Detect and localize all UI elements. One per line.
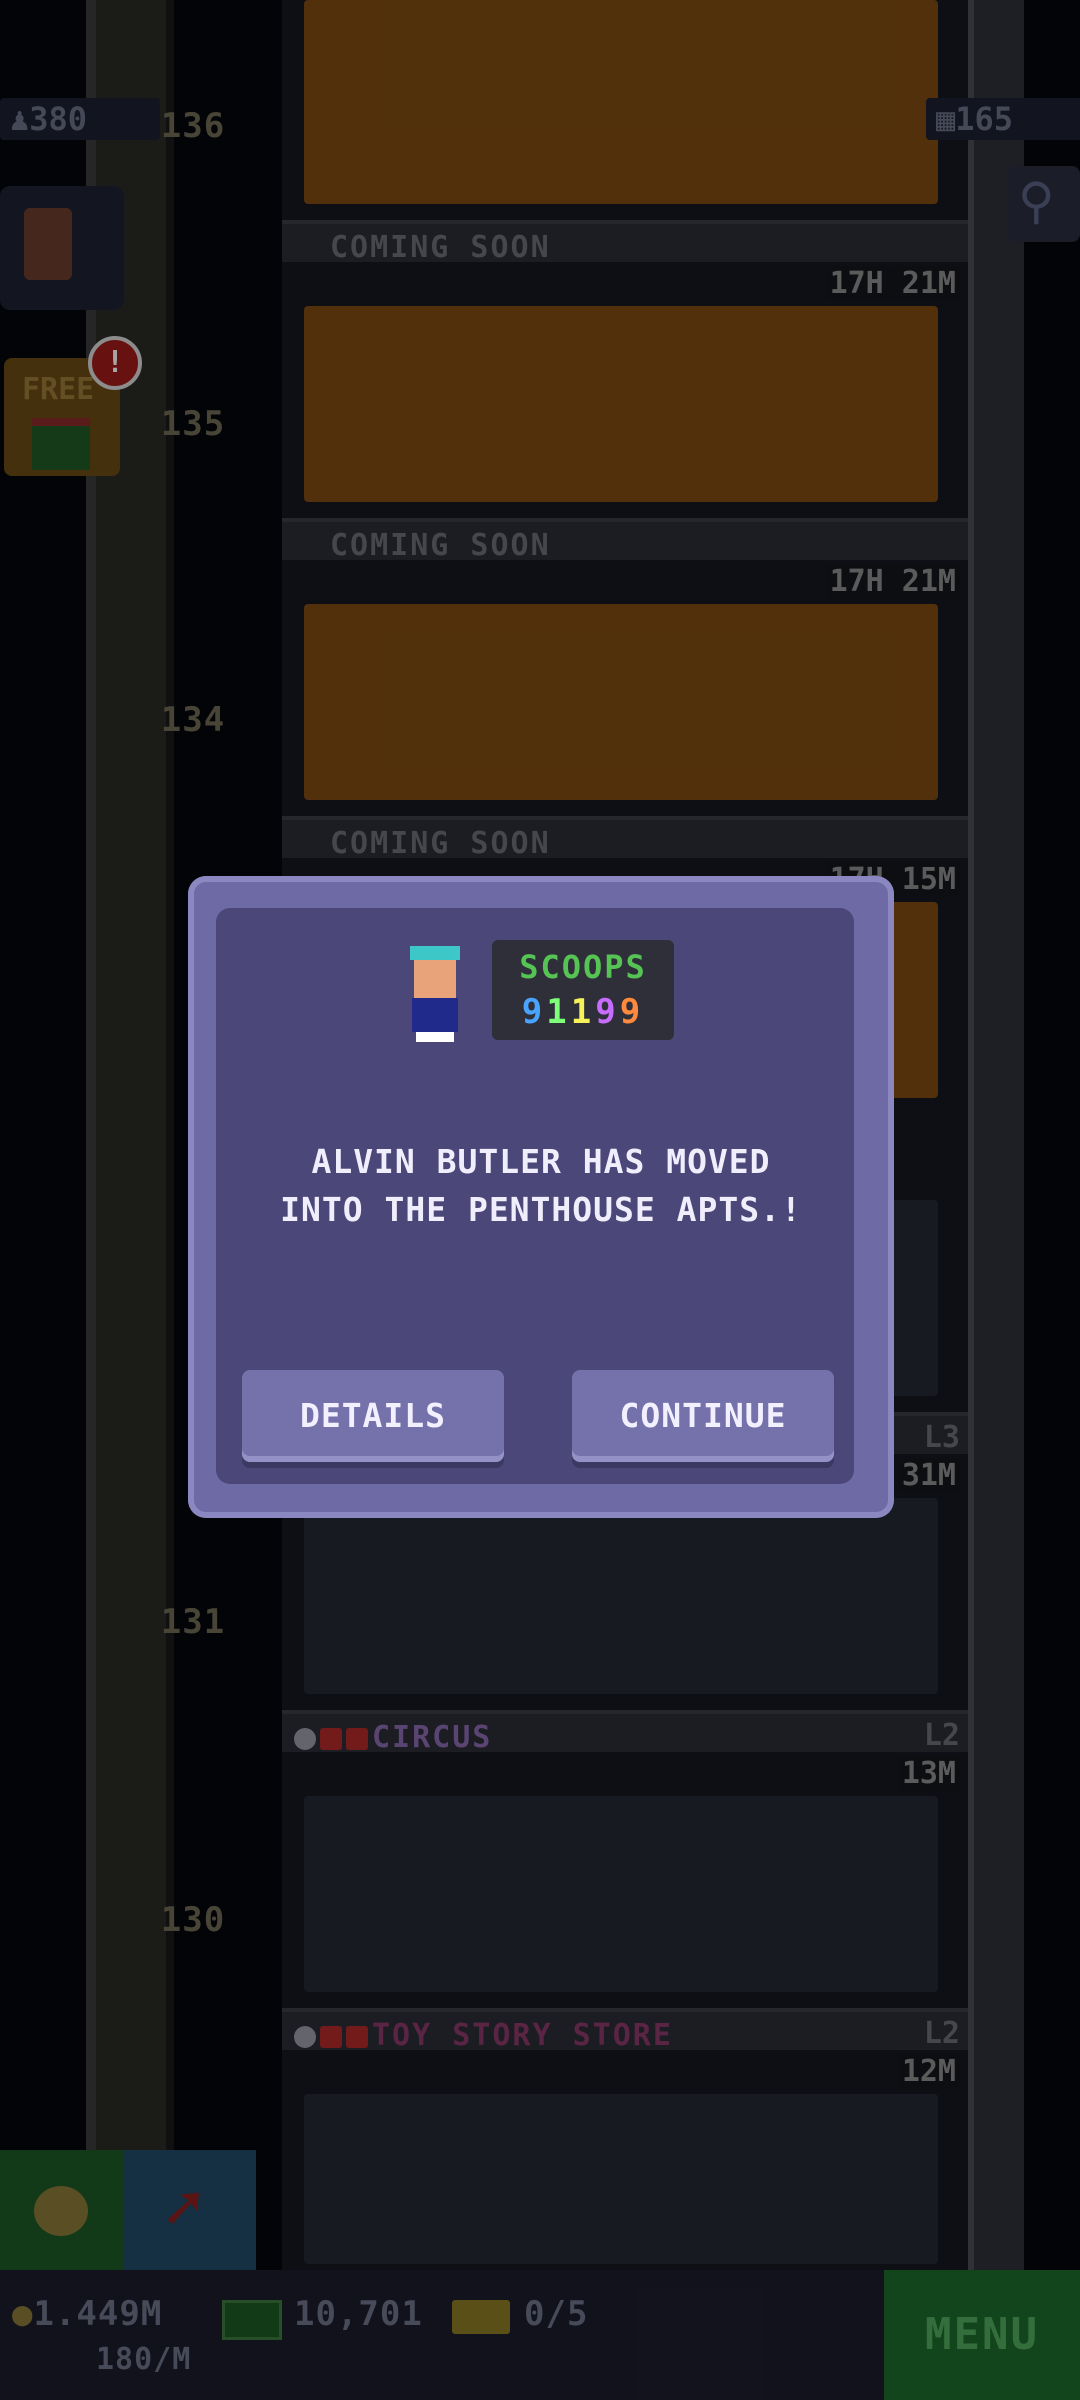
- message-line-1: ALVIN BUTLER HAS MOVED: [311, 1142, 771, 1181]
- scoops-title: SCOOPS: [519, 948, 647, 986]
- scoops-digit: 1: [570, 992, 596, 1032]
- scoops-badge: SCOOPS 91199: [492, 940, 674, 1040]
- scoops-number: 91199: [492, 992, 674, 1032]
- details-button[interactable]: DETAILS: [242, 1370, 504, 1462]
- scoops-digit: 9: [619, 992, 645, 1032]
- scoops-digit: 1: [546, 992, 571, 1032]
- scoops-digit: 9: [521, 992, 547, 1032]
- bitizen-avatar: [410, 946, 460, 1042]
- message-line-2: INTO THE PENTHOUSE APTS.!: [280, 1190, 802, 1229]
- dialog-message: ALVIN BUTLER HAS MOVED INTO THE PENTHOUS…: [218, 1138, 864, 1234]
- continue-button[interactable]: CONTINUE: [572, 1370, 834, 1462]
- scoops-digit: 9: [595, 992, 620, 1032]
- notification-dialog: SCOOPS 91199 ALVIN BUTLER HAS MOVED INTO…: [188, 876, 894, 1518]
